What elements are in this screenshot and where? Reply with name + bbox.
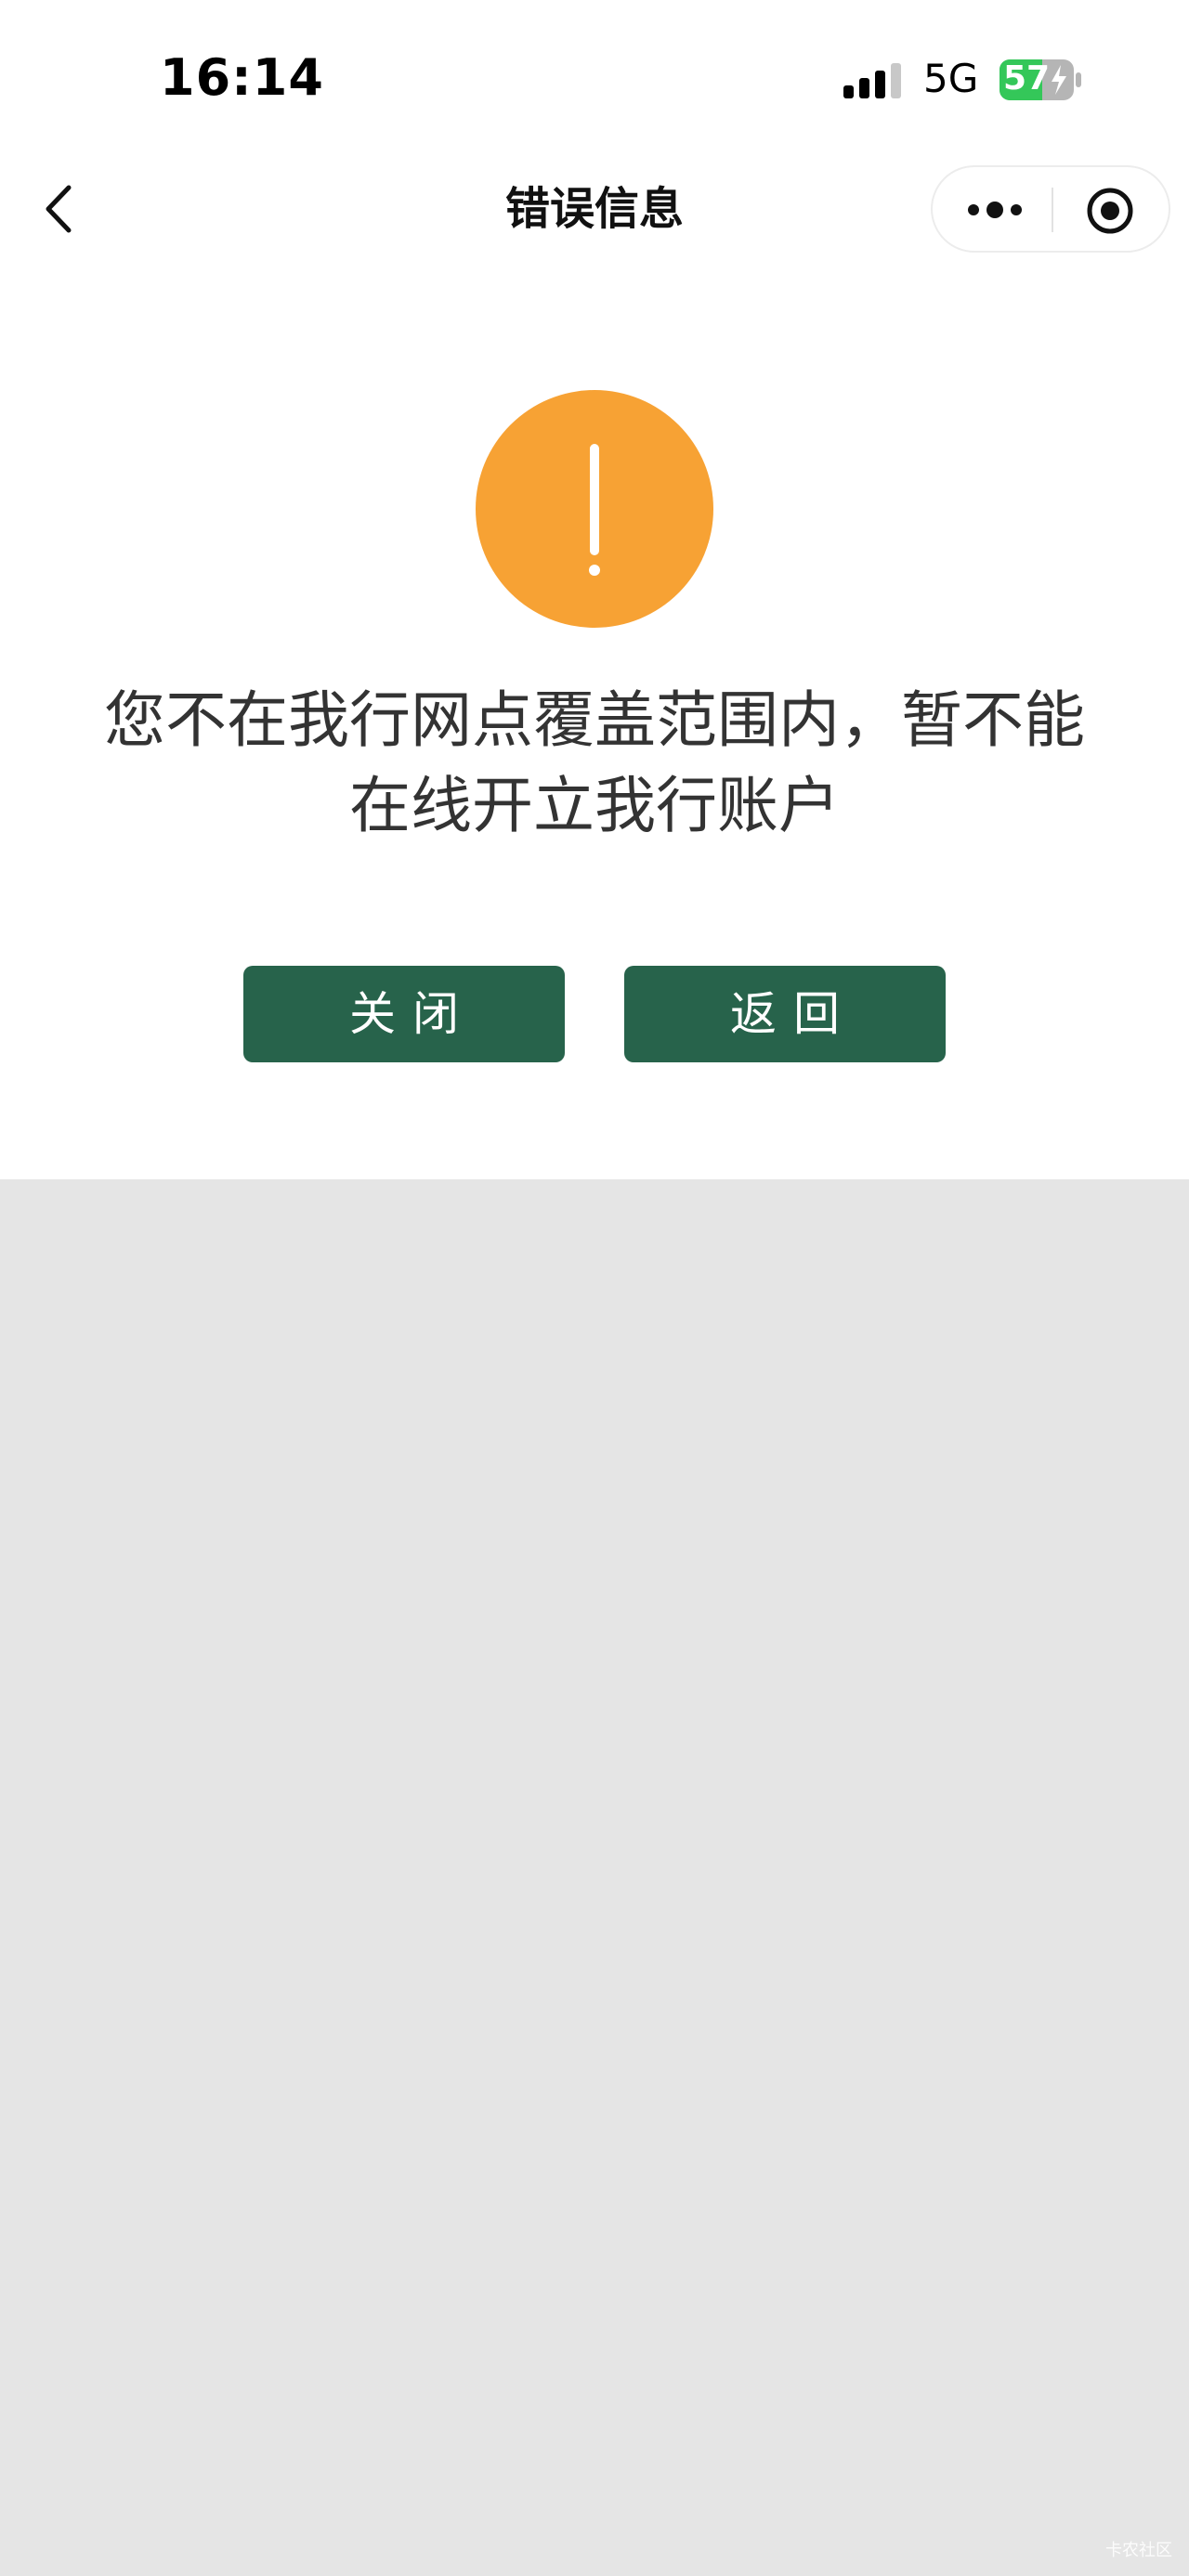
error-message-line1: 您不在我行网点覆盖范围内，暂不能 [104, 684, 1085, 756]
network-type: 5G [923, 56, 979, 101]
status-time: 16:14 [160, 48, 324, 107]
error-message: 您不在我行网点覆盖范围内，暂不能 在线开立我行账户 [84, 678, 1105, 849]
close-button[interactable]: 关闭 [243, 966, 565, 1062]
back-button[interactable]: 返回 [624, 966, 946, 1062]
battery-level: 57 [1003, 59, 1051, 98]
capsule-divider [1052, 188, 1053, 232]
exclamation-icon [476, 390, 713, 628]
mini-program-capsule [931, 165, 1170, 253]
error-message-line2: 在线开立我行账户 [349, 770, 840, 841]
watermark: 卡农社区 [1105, 2541, 1172, 2560]
target-circle-icon[interactable] [1085, 186, 1135, 236]
signal-icon [843, 63, 901, 98]
more-dots-icon[interactable] [964, 188, 1026, 232]
